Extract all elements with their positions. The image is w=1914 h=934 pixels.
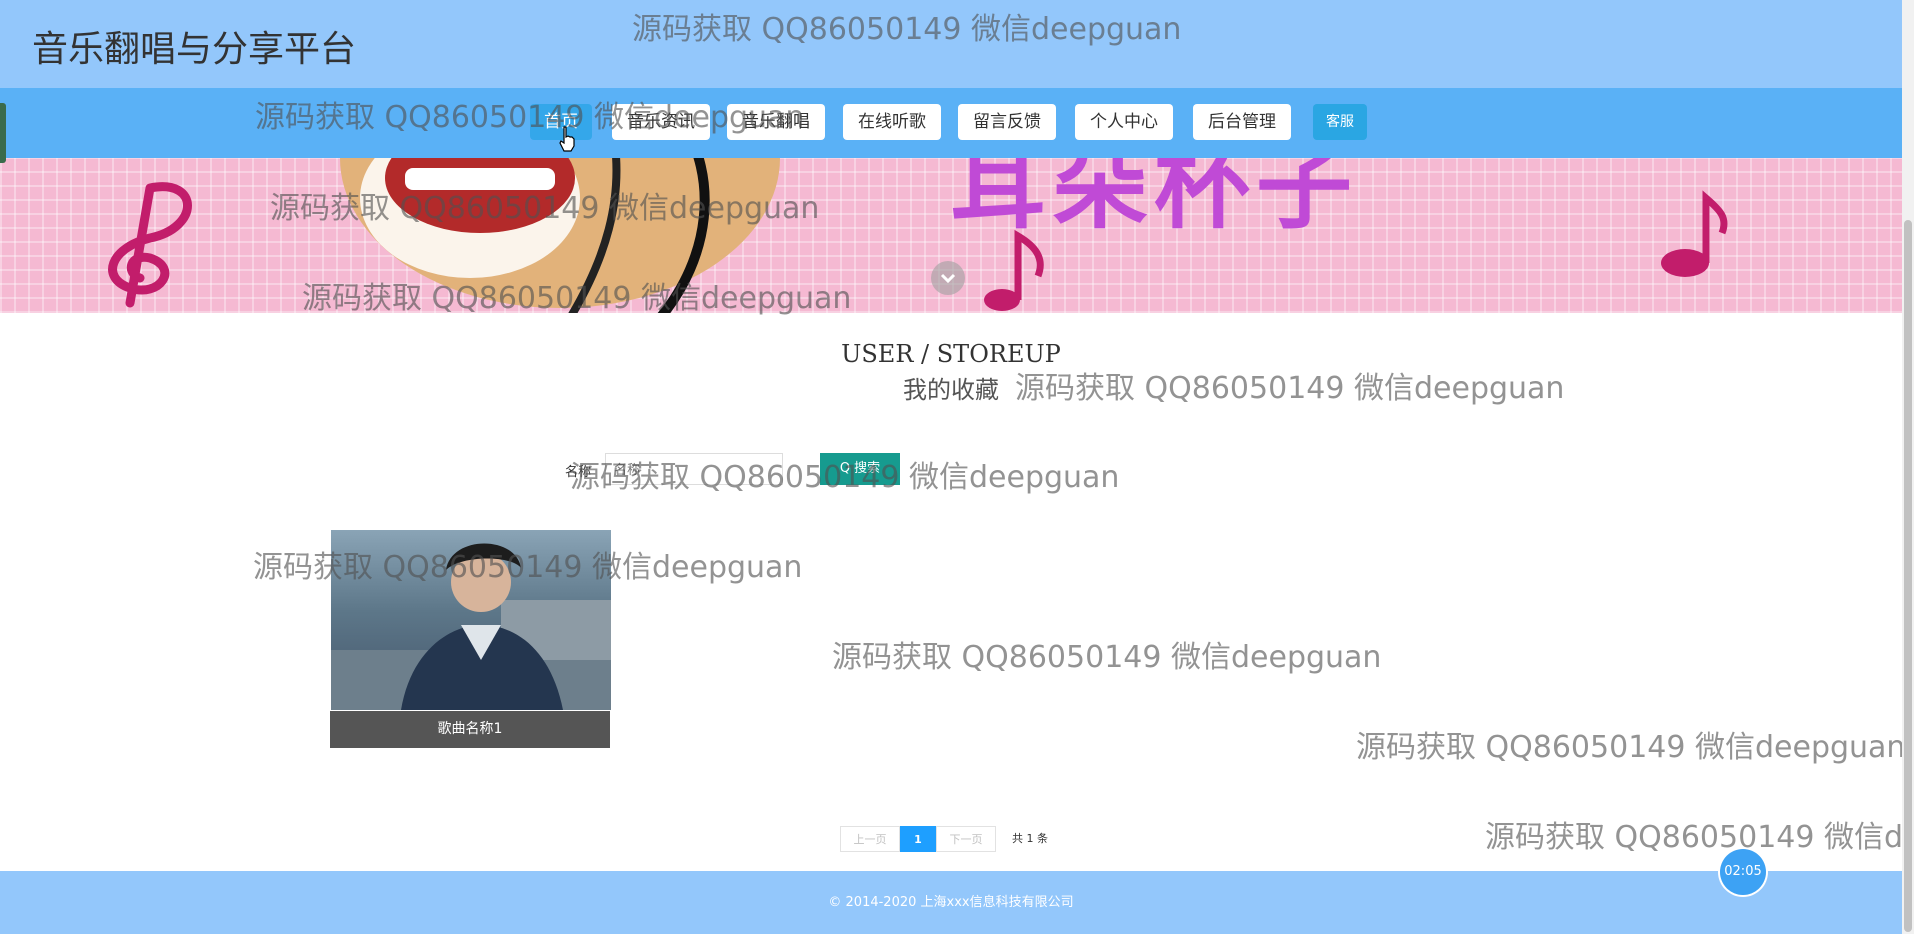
nav-item-feedback[interactable]: 留言反馈 — [958, 104, 1056, 140]
page-scrollbar[interactable] — [1902, 0, 1914, 934]
singer-photo — [331, 543, 611, 710]
song-name[interactable]: 歌曲名称1 — [330, 711, 610, 748]
scrollbar-thumb[interactable] — [1904, 220, 1912, 932]
banner-dog-image — [340, 158, 780, 313]
nav-item-music-cover[interactable]: 音乐翻唱 — [727, 104, 825, 140]
watermark: 源码获取 QQ86050149 微信deepguan — [832, 640, 1382, 675]
copyright-text: © 2014-2020 上海xxx信息科技有限公司 — [828, 895, 1074, 910]
song-cover-image[interactable] — [331, 530, 611, 710]
footer: © 2014-2020 上海xxx信息科技有限公司 — [0, 871, 1902, 934]
search-label: 名称 — [565, 465, 592, 480]
nav-item-admin[interactable]: 后台管理 — [1193, 104, 1291, 140]
page: 音乐翻唱与分享平台 首页 音乐资讯 音乐翻唱 在线听歌 留言反馈 个人中心 后台… — [0, 0, 1902, 934]
watermark: 源码获取 QQ86050149 微信deepguan — [1356, 730, 1902, 765]
treble-clef-icon — [108, 182, 192, 308]
chevron-down-icon — [940, 273, 956, 284]
section-title-cn: 我的收藏 — [903, 376, 999, 404]
section-title-en: USER / STOREUP — [841, 340, 1061, 368]
next-page-button[interactable]: 下一页 — [936, 826, 996, 852]
nav-item-personal-center[interactable]: 个人中心 — [1075, 104, 1173, 140]
current-page[interactable]: 1 — [900, 826, 936, 852]
nav-item-listen-online[interactable]: 在线听歌 — [843, 104, 941, 140]
favorite-item-card[interactable]: 歌曲名称1 — [330, 530, 611, 748]
scroll-down-button[interactable] — [931, 261, 965, 295]
timer-badge[interactable]: 02:05 — [1720, 849, 1766, 895]
hand-cursor-icon — [559, 126, 575, 152]
side-toolbar-handle[interactable] — [0, 103, 6, 163]
main-nav: 首页 音乐资讯 音乐翻唱 在线听歌 留言反馈 个人中心 后台管理 客服 — [0, 88, 1902, 158]
total-count: 共 1 条 — [1012, 832, 1048, 845]
eighth-note-icon — [1661, 190, 1728, 277]
watermark: 源码获取 QQ86050149 微信deepguan — [1485, 820, 1902, 855]
search-button[interactable]: Q 搜索 — [820, 453, 900, 485]
site-title: 音乐翻唱与分享平台 — [32, 29, 357, 70]
top-header: 音乐翻唱与分享平台 — [0, 0, 1902, 88]
prev-page-button[interactable]: 上一页 — [840, 826, 900, 852]
music-note-icon — [984, 229, 1044, 311]
nav-item-music-news[interactable]: 音乐资讯 — [612, 104, 710, 140]
search-input[interactable] — [605, 453, 783, 485]
customer-service-button[interactable]: 客服 — [1313, 104, 1367, 140]
